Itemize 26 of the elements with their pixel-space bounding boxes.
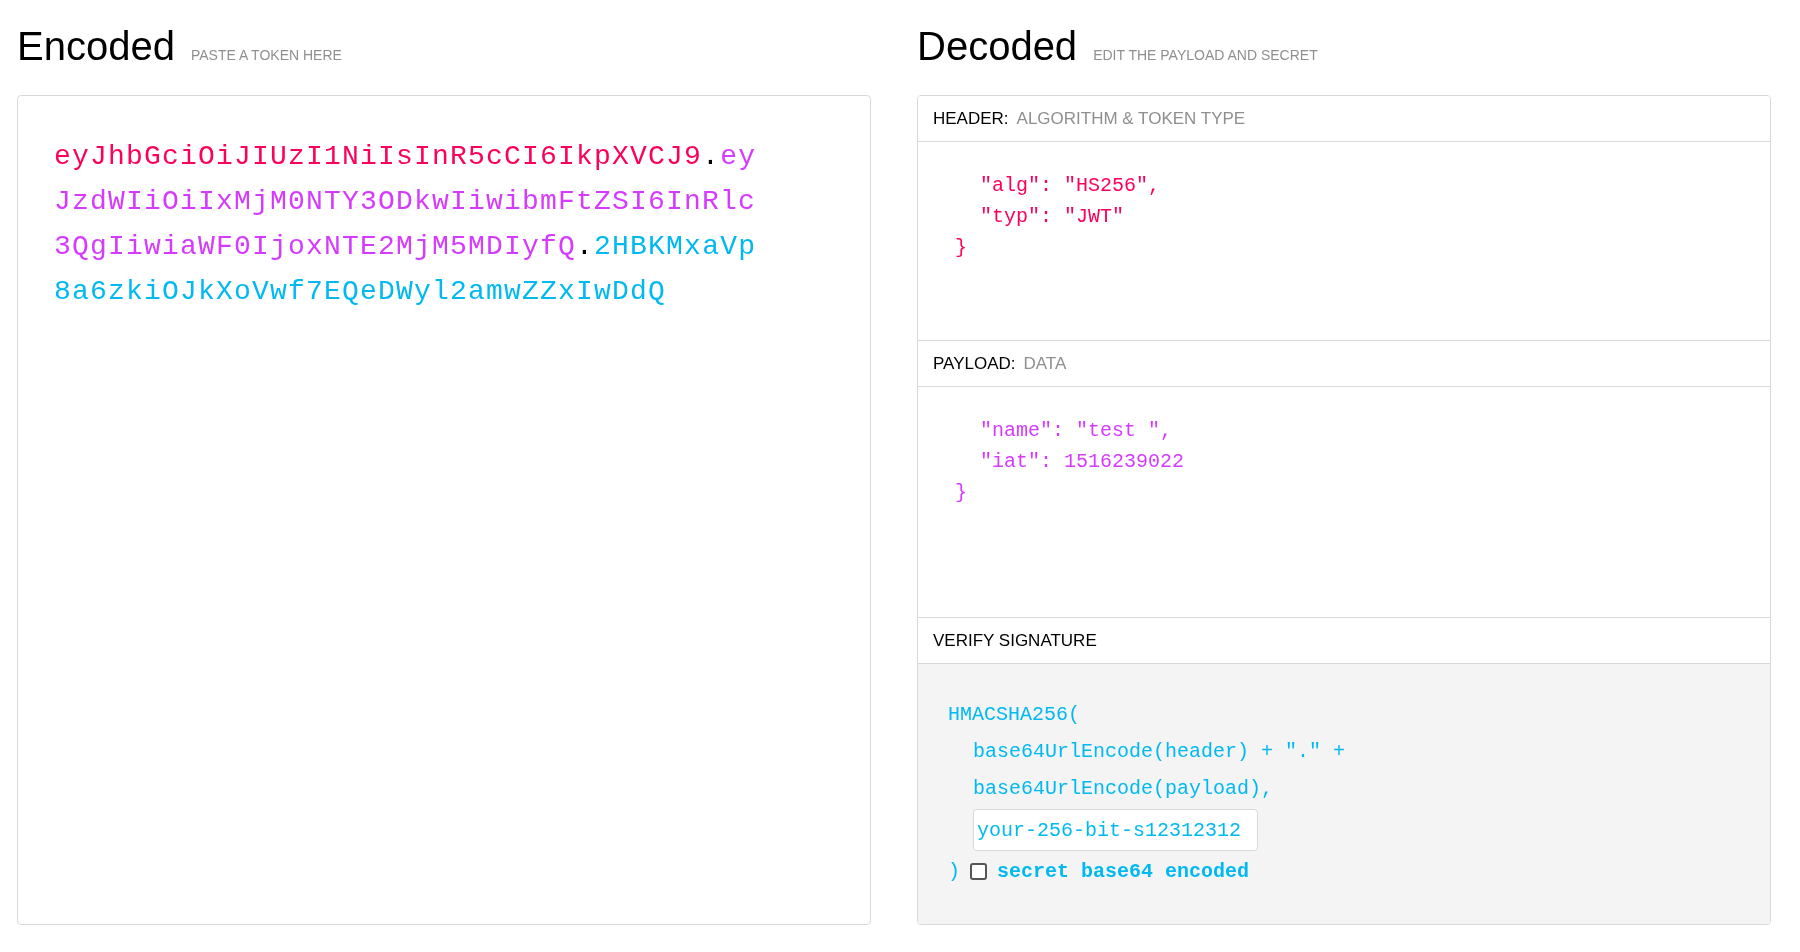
section-sublabel: DATA (1023, 352, 1067, 375)
section-label: PAYLOAD: (933, 352, 1016, 375)
token-line: eyJhbGciOiJIUzI1NiIsInR5cCI6IkpXVCJ9.ey (54, 140, 757, 174)
section-label: VERIFY SIGNATURE (933, 629, 1097, 652)
base64-checkbox[interactable] (970, 863, 987, 880)
base64-checkbox-label: secret base64 encoded (997, 859, 1250, 885)
code-line: base64UrlEncode(payload), (973, 776, 1274, 802)
section-sublabel: ALGORITHM & TOKEN TYPE (1016, 107, 1246, 130)
closing-brace: } (955, 235, 967, 261)
code-line: base64UrlEncode(header) + "." + (973, 739, 1346, 765)
token-line: 8a6zkiOJkXoVwf7EQeDWyl2amwZZxIwDdQ (54, 275, 667, 309)
encoded-subtitle: PASTE A TOKEN HERE (190, 46, 342, 65)
code-line: HMACSHA256( (948, 702, 1081, 728)
code-line: "name": "test ", (979, 418, 1173, 444)
token-line: 3QgIiwiaWF0IjoxNTE2MjM5MDIyfQ.2HBKMxaVp (54, 230, 757, 264)
decoded-subtitle: EDIT THE PAYLOAD AND SECRET (1093, 46, 1318, 65)
encoded-token-panel[interactable]: eyJhbGciOiJIUzI1NiIsInR5cCI6IkpXVCJ9.ey JzdWIiOiIxMjM0NTY3ODkwIiwibmFtZSI6InRlc 3QgIiwiaWF0IjoxNTE2MjM5MDIyfQ.2HBKMxaVp 8a6zkiOJkXoVwf7EQeDWyl2amwZZxIwDdQ (17, 95, 871, 925)
code-line: "iat": 1516239022 (979, 449, 1185, 475)
code-line: "typ": "JWT" (979, 204, 1125, 230)
code-line: "alg": "HS256", (979, 173, 1161, 199)
token-line: JzdWIiOiIxMjM0NTY3ODkwIiwibmFtZSI6InRlc (54, 185, 757, 219)
closing-paren: ) (948, 859, 960, 885)
section-label: HEADER: (933, 107, 1009, 130)
encoded-title: Encoded (17, 23, 175, 70)
closing-brace: } (955, 480, 967, 506)
decoded-title: Decoded (917, 23, 1078, 70)
